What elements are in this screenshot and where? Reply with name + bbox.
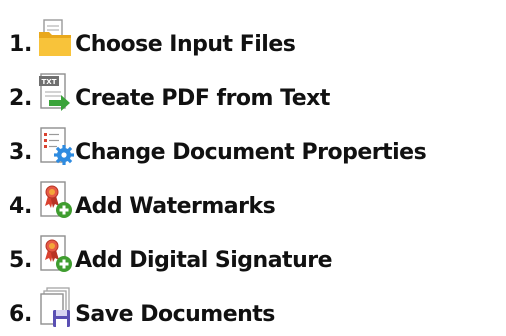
- step-number: 6.: [9, 301, 33, 327]
- step-choose-input-files[interactable]: 1. Choose Input Files: [9, 19, 296, 66]
- add-watermark-icon: [35, 178, 75, 222]
- save-documents-icon: [35, 286, 75, 330]
- step-add-digital-signature[interactable]: 5. Add Digital Signature: [9, 235, 333, 282]
- step-number: 3.: [9, 139, 33, 165]
- wizard-steps: 1. Choose Input Files 2. TXT Create PDF …: [0, 0, 506, 335]
- document-properties-icon: [35, 124, 75, 168]
- add-signature-icon: [35, 232, 75, 276]
- folder-icon: [35, 16, 75, 60]
- txt-badge: TXT: [42, 78, 57, 86]
- step-label: Create PDF from Text: [75, 85, 330, 111]
- step-label: Add Watermarks: [75, 193, 276, 219]
- step-add-watermarks[interactable]: 4. Add Watermarks: [9, 181, 276, 228]
- step-save-documents[interactable]: 6. Save Documents: [9, 287, 275, 336]
- step-change-document-properties[interactable]: 3. Change Document Properties: [9, 127, 427, 174]
- step-number: 4.: [9, 193, 33, 219]
- step-create-pdf-from-text[interactable]: 2. TXT Create PDF from Text: [9, 73, 330, 120]
- step-number: 5.: [9, 247, 33, 273]
- step-label: Save Documents: [75, 301, 275, 327]
- step-number: 1.: [9, 31, 33, 57]
- step-label: Choose Input Files: [75, 31, 296, 57]
- step-label: Change Document Properties: [75, 139, 427, 165]
- txt-to-pdf-icon: TXT: [35, 70, 75, 114]
- step-label: Add Digital Signature: [75, 247, 333, 273]
- step-number: 2.: [9, 85, 33, 111]
